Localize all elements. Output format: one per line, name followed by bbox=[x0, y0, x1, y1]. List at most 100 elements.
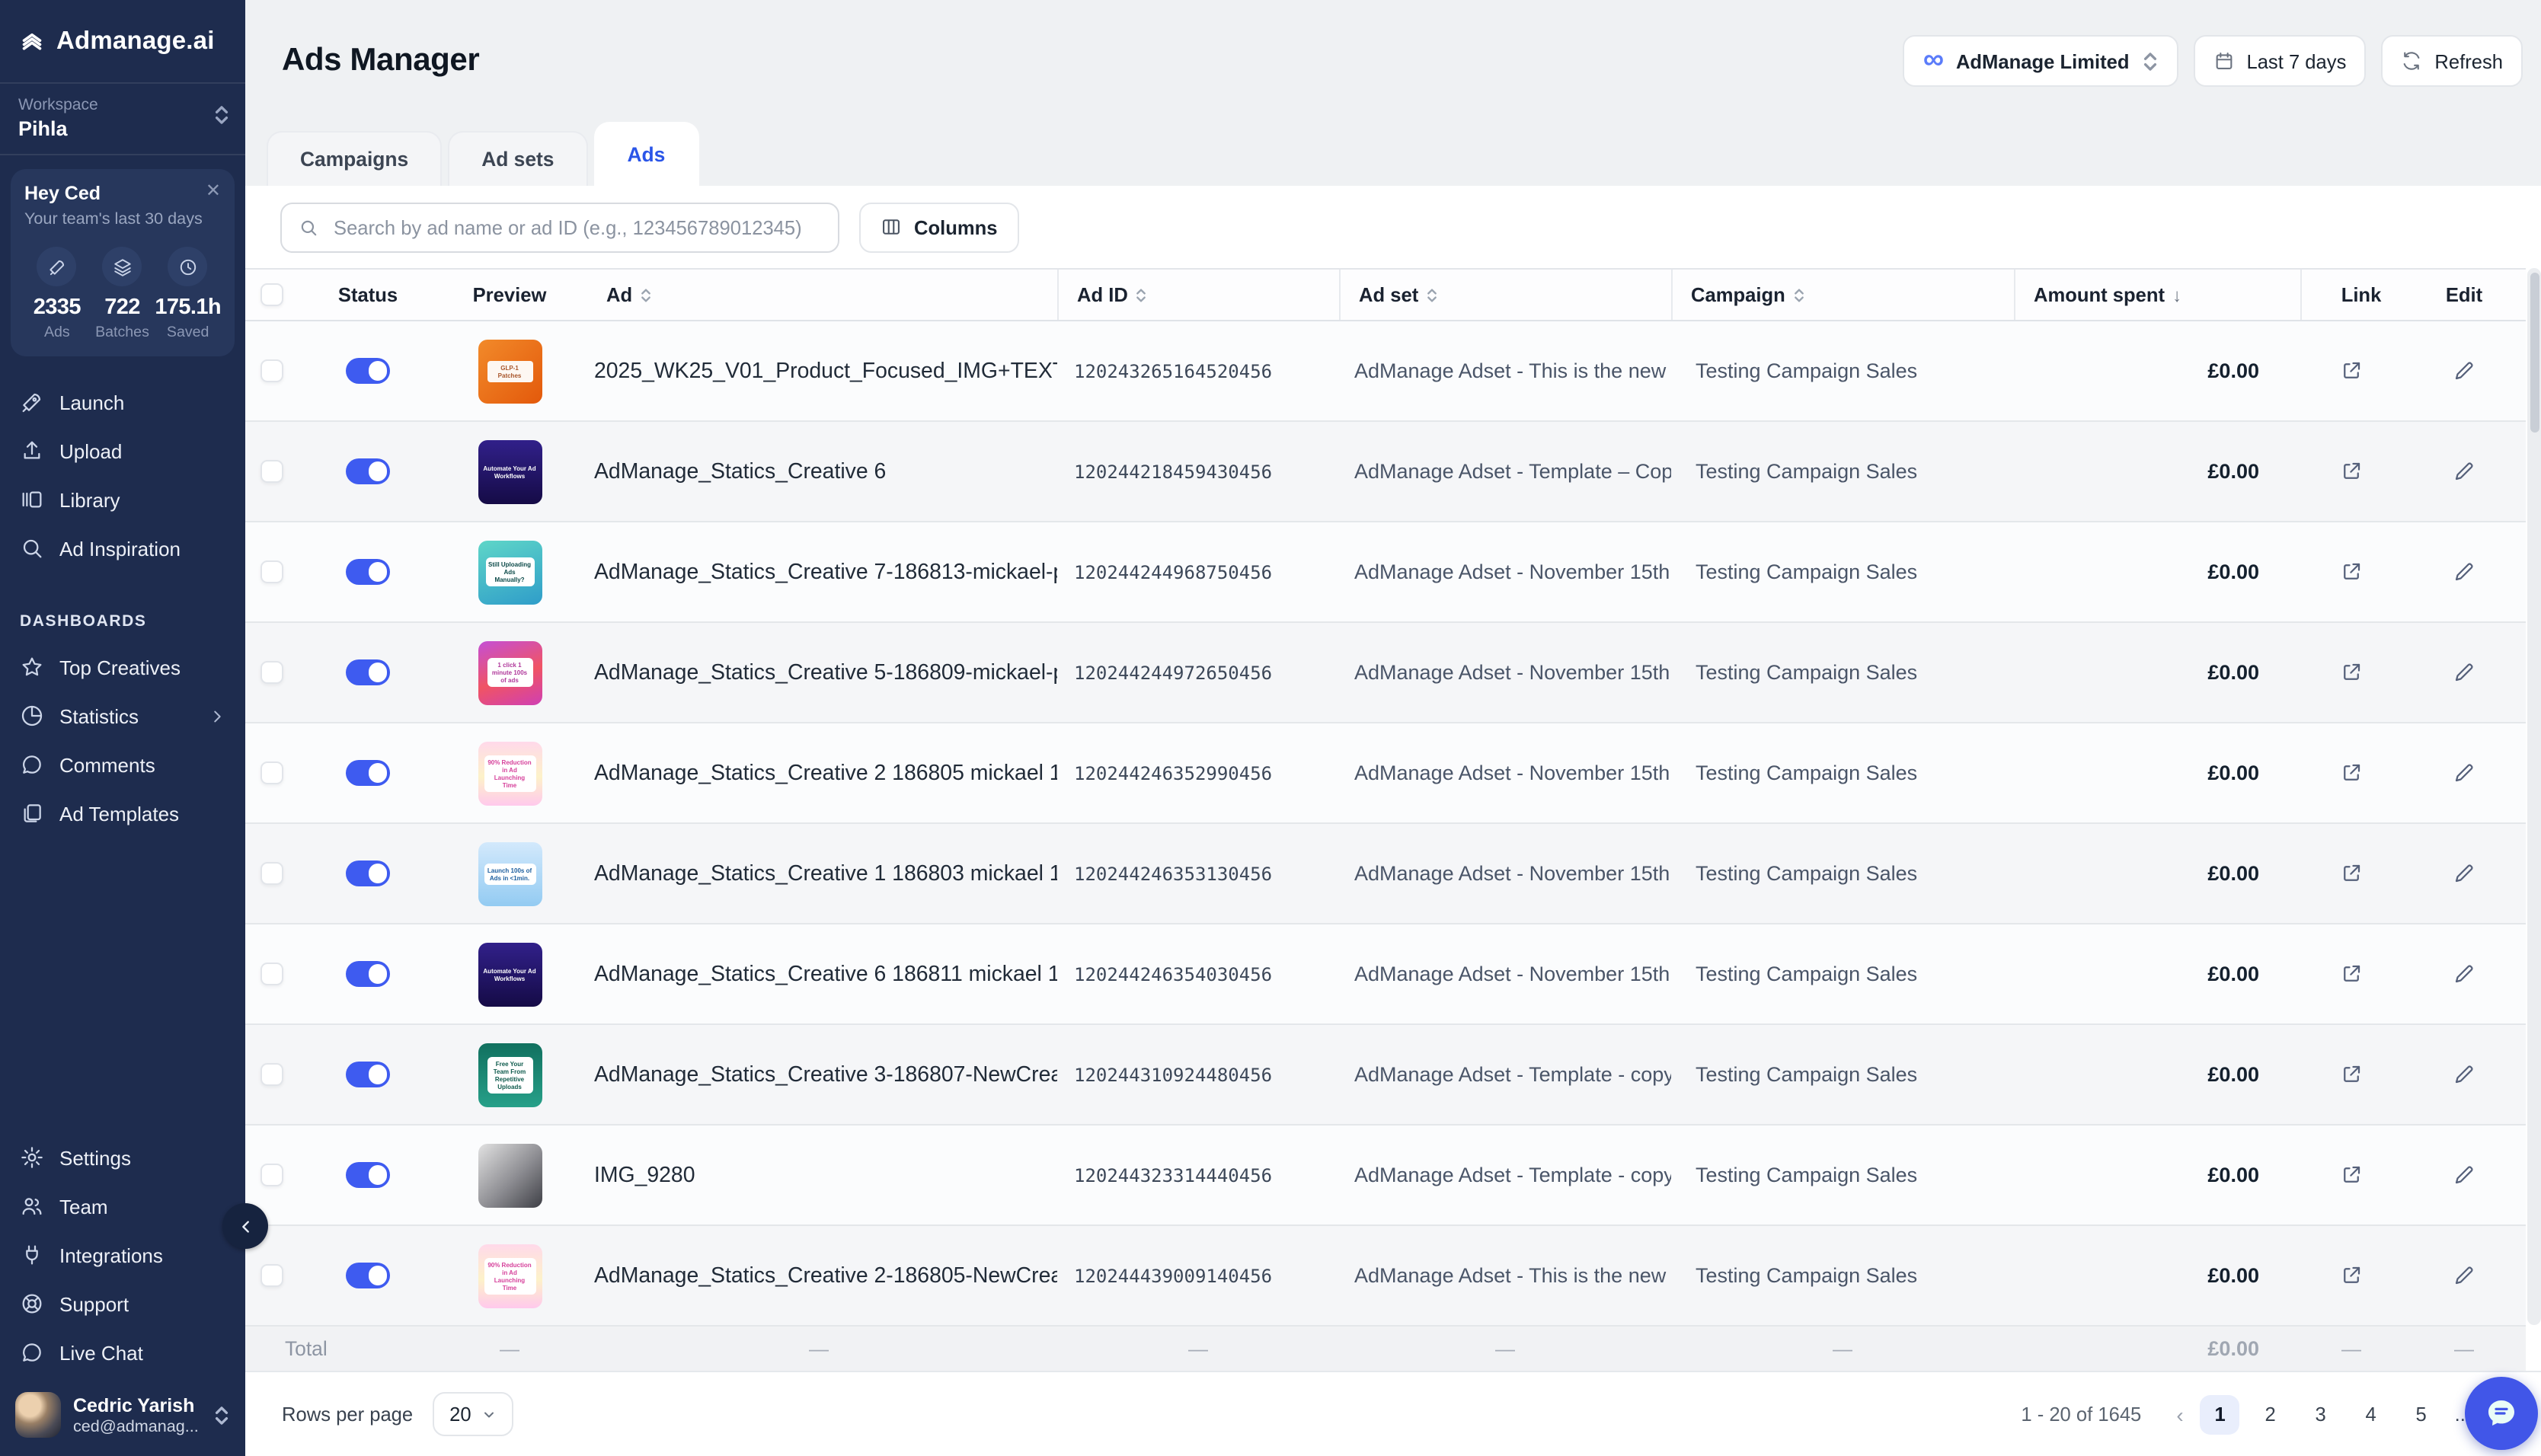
row-checkbox[interactable] bbox=[260, 862, 283, 885]
sidebar-item-top-creatives[interactable]: Top Creatives bbox=[0, 643, 245, 691]
row-checkbox[interactable] bbox=[260, 560, 283, 583]
edit-icon[interactable] bbox=[2453, 862, 2475, 885]
table-row[interactable]: 90% Reduction in Ad Launching Time AdMan… bbox=[245, 1226, 2526, 1327]
status-toggle[interactable] bbox=[346, 1163, 390, 1188]
row-checkbox[interactable] bbox=[260, 359, 283, 382]
ad-account-select[interactable]: ∞ AdManage Limited bbox=[1903, 35, 2178, 87]
tab-campaigns[interactable]: Campaigns bbox=[267, 131, 442, 186]
table-row[interactable]: Launch 100s of Ads in <1min. AdManage_St… bbox=[245, 824, 2526, 924]
sidebar-item-settings[interactable]: Settings bbox=[0, 1133, 245, 1182]
table-row[interactable]: IMG_9280 120244323314440456 AdManage Ads… bbox=[245, 1126, 2526, 1226]
search-input[interactable] bbox=[331, 214, 821, 240]
col-ad-set[interactable]: Ad set bbox=[1339, 270, 1671, 320]
live-chat-fab[interactable] bbox=[2465, 1377, 2538, 1450]
external-link-icon[interactable] bbox=[2340, 762, 2363, 784]
sidebar-collapse-button[interactable] bbox=[222, 1203, 268, 1249]
workspace-switcher[interactable]: Workspace Pihla bbox=[0, 84, 245, 155]
rows-per-page-select[interactable]: 20 bbox=[433, 1392, 513, 1436]
refresh-button[interactable]: Refresh bbox=[2381, 35, 2523, 87]
edit-icon[interactable] bbox=[2453, 1264, 2475, 1287]
table-row[interactable]: 1 click 1 minute 100s of ads AdManage_St… bbox=[245, 623, 2526, 723]
col-ad[interactable]: Ad bbox=[580, 270, 1057, 320]
logo[interactable]: Admanage.ai bbox=[0, 0, 245, 84]
columns-button[interactable]: Columns bbox=[859, 202, 1019, 252]
sidebar-item-support[interactable]: Support bbox=[0, 1279, 245, 1328]
status-toggle[interactable] bbox=[346, 459, 390, 484]
prev-page-button[interactable]: ‹ bbox=[2170, 1402, 2189, 1426]
col-amount-spent[interactable]: Amount spent ↓ bbox=[2014, 270, 2300, 320]
search-box[interactable] bbox=[280, 202, 839, 252]
row-checkbox[interactable] bbox=[260, 1164, 283, 1186]
sidebar-item-ad-templates[interactable]: Ad Templates bbox=[0, 789, 245, 838]
table-row[interactable]: GLP-1 Patches 2025_WK25_V01_Product_Focu… bbox=[245, 321, 2526, 422]
external-link-icon[interactable] bbox=[2340, 359, 2363, 382]
ad-preview-thumbnail[interactable]: 90% Reduction in Ad Launching Time bbox=[478, 741, 542, 805]
status-toggle[interactable] bbox=[346, 1062, 390, 1087]
page-button-1[interactable]: 1 bbox=[2201, 1394, 2240, 1434]
edit-icon[interactable] bbox=[2453, 560, 2475, 583]
status-toggle[interactable] bbox=[346, 660, 390, 685]
edit-icon[interactable] bbox=[2453, 963, 2475, 985]
ad-preview-thumbnail[interactable]: GLP-1 Patches bbox=[478, 339, 542, 403]
row-checkbox[interactable] bbox=[260, 1264, 283, 1287]
table-row[interactable]: Free Your Team From Repetitive Uploads A… bbox=[245, 1025, 2526, 1126]
col-campaign[interactable]: Campaign bbox=[1671, 270, 2014, 320]
edit-icon[interactable] bbox=[2453, 460, 2475, 483]
row-checkbox[interactable] bbox=[260, 1063, 283, 1086]
ad-preview-thumbnail[interactable]: Automate Your Ad Workflows bbox=[478, 942, 542, 1006]
external-link-icon[interactable] bbox=[2340, 862, 2363, 885]
tab-ad-sets[interactable]: Ad sets bbox=[448, 131, 587, 186]
user-menu[interactable]: Cedric Yarish ced@admanag... bbox=[0, 1377, 245, 1456]
status-toggle[interactable] bbox=[346, 1263, 390, 1288]
sidebar-item-team[interactable]: Team bbox=[0, 1182, 245, 1231]
status-toggle[interactable] bbox=[346, 560, 390, 585]
edit-icon[interactable] bbox=[2453, 1063, 2475, 1086]
ad-preview-thumbnail[interactable]: Automate Your Ad Workflows bbox=[478, 439, 542, 503]
page-button-2[interactable]: 2 bbox=[2251, 1394, 2290, 1434]
external-link-icon[interactable] bbox=[2340, 1063, 2363, 1086]
external-link-icon[interactable] bbox=[2340, 1164, 2363, 1186]
external-link-icon[interactable] bbox=[2340, 963, 2363, 985]
external-link-icon[interactable] bbox=[2340, 460, 2363, 483]
date-range-picker[interactable]: Last 7 days bbox=[2193, 35, 2366, 87]
ad-preview-thumbnail[interactable]: Free Your Team From Repetitive Uploads bbox=[478, 1043, 542, 1106]
page-button-5[interactable]: 5 bbox=[2402, 1394, 2441, 1434]
edit-icon[interactable] bbox=[2453, 1164, 2475, 1186]
edit-icon[interactable] bbox=[2453, 762, 2475, 784]
row-checkbox[interactable] bbox=[260, 963, 283, 985]
sidebar-item-comments[interactable]: Comments bbox=[0, 740, 245, 789]
external-link-icon[interactable] bbox=[2340, 1264, 2363, 1287]
ad-preview-thumbnail[interactable] bbox=[478, 1143, 542, 1207]
status-toggle[interactable] bbox=[346, 761, 390, 786]
page-button-3[interactable]: 3 bbox=[2301, 1394, 2341, 1434]
sidebar-item-ad-inspiration[interactable]: Ad Inspiration bbox=[0, 524, 245, 573]
ad-preview-thumbnail[interactable]: 1 click 1 minute 100s of ads bbox=[478, 640, 542, 704]
status-toggle[interactable] bbox=[346, 962, 390, 987]
select-all-checkbox[interactable] bbox=[260, 283, 283, 306]
ad-preview-thumbnail[interactable]: Launch 100s of Ads in <1min. bbox=[478, 841, 542, 905]
table-scrollbar[interactable] bbox=[2527, 268, 2541, 1325]
sidebar-item-library[interactable]: Library bbox=[0, 475, 245, 524]
ad-preview-thumbnail[interactable]: Still Uploading Ads Manually? bbox=[478, 540, 542, 604]
external-link-icon[interactable] bbox=[2340, 560, 2363, 583]
row-checkbox[interactable] bbox=[260, 661, 283, 684]
status-toggle[interactable] bbox=[346, 359, 390, 384]
edit-icon[interactable] bbox=[2453, 661, 2475, 684]
col-ad-id[interactable]: Ad ID bbox=[1057, 270, 1339, 320]
table-row[interactable]: Still Uploading Ads Manually? AdManage_S… bbox=[245, 522, 2526, 623]
status-toggle[interactable] bbox=[346, 861, 390, 886]
sidebar-item-integrations[interactable]: Integrations bbox=[0, 1231, 245, 1279]
sidebar-item-statistics[interactable]: Statistics bbox=[0, 691, 245, 740]
edit-icon[interactable] bbox=[2453, 359, 2475, 382]
ad-preview-thumbnail[interactable]: 90% Reduction in Ad Launching Time bbox=[478, 1244, 542, 1308]
page-button-4[interactable]: 4 bbox=[2351, 1394, 2391, 1434]
sidebar-item-launch[interactable]: Launch bbox=[0, 378, 245, 426]
table-row[interactable]: Automate Your Ad Workflows AdManage_Stat… bbox=[245, 924, 2526, 1025]
table-row[interactable]: Automate Your Ad Workflows AdManage_Stat… bbox=[245, 422, 2526, 522]
external-link-icon[interactable] bbox=[2340, 661, 2363, 684]
row-checkbox[interactable] bbox=[260, 460, 283, 483]
sidebar-item-upload[interactable]: Upload bbox=[0, 426, 245, 475]
tab-ads[interactable]: Ads bbox=[593, 122, 698, 186]
close-icon[interactable]: ✕ bbox=[206, 181, 221, 200]
row-checkbox[interactable] bbox=[260, 762, 283, 784]
